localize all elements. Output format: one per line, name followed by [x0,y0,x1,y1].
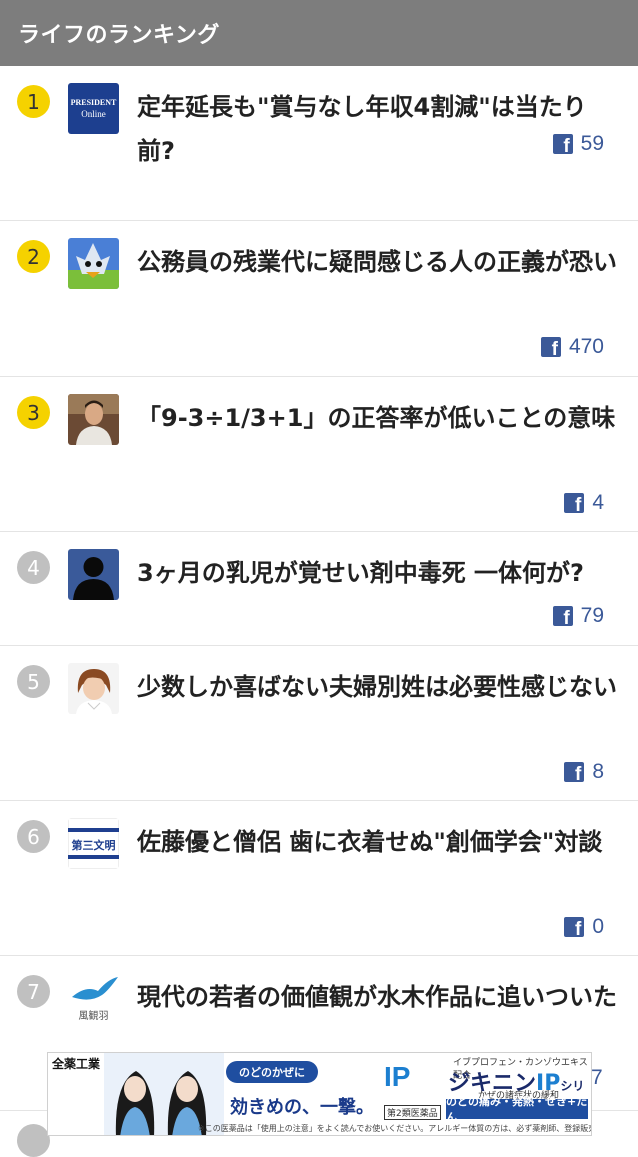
facebook-share-count[interactable]: f 59 [552,132,604,156]
share-count: 0 [592,915,604,938]
share-count: 470 [568,335,604,358]
facebook-icon: f [564,762,585,782]
thumbnail-author-photo [68,394,119,445]
ad-classification: 第2類医薬品 [384,1105,441,1120]
article-title[interactable]: 「9-3÷1/3+1」の正答率が低いことの意味 [137,396,620,440]
facebook-icon: f [552,134,573,154]
rank-badge: 5 [17,665,50,698]
facebook-share-count[interactable]: f 0 [564,915,604,939]
ad-symptom-band: のどの痛み・発熱・せき+たん [446,1095,588,1124]
thumbnail-president-online: PRESIDENT Online [68,83,119,134]
share-count: 7 [591,1066,603,1089]
rank-badge: 6 [17,820,50,853]
thumb-text: Online [81,109,106,119]
article-title[interactable]: 佐藤優と僧侶 歯に衣着せぬ"創価学会"対談 [137,820,620,864]
thumbnail-fukanwa: 風観羽 [68,973,119,1024]
ranking-item[interactable]: 2 公務員の残業代に疑問感じる人の正義が恐い f 470 [0,221,638,377]
thumb-text: 風観羽 [79,1009,109,1022]
share-count: 59 [580,132,604,155]
facebook-share-count[interactable]: f 4 [564,491,604,515]
page-title: ライフのランキング [18,23,220,48]
thumbnail-default-silhouette [68,549,119,600]
thumb-text: 第三文明 [72,838,116,852]
ranking-item[interactable]: 1 PRESIDENT Online 定年延長も"賞与なし年収4割減"は当たり前… [0,66,638,221]
ranking-item[interactable]: 3 「9-3÷1/3+1」の正答率が低いことの意味 f 4 [0,377,638,532]
rank-badge-partial [17,1124,50,1157]
article-title[interactable]: 定年延長も"賞与なし年収4割減"は当たり前? [137,85,620,173]
ad-bubble: のどのかぜに [226,1061,318,1083]
facebook-icon: f [540,337,561,357]
rank-badge: 4 [17,551,50,584]
advertisement-banner[interactable]: 全薬工業 のどのかぜに 効きめの、一撃。 IP イブプロフェン・カンゾウエキス配… [47,1052,592,1136]
thumbnail-daisan-bunmei: 第三文明 [68,818,119,869]
article-title[interactable]: 現代の若者の価値観が水木作品に追いついた [137,975,620,1019]
ad-disclaimer: ※この医薬品は「使用上の注意」をよく読んでお使いください。アレルギー体質の方は、… [198,1124,591,1133]
facebook-icon: f [564,917,585,937]
ranking-item[interactable]: 6 第三文明 佐藤優と僧侶 歯に衣着せぬ"創価学会"対談 f 0 [0,801,638,956]
thumbnail-author-photo-woman [68,663,119,714]
ranking-item[interactable]: 4 3ヶ月の乳児が覚せい剤中毒死 一体何が? f 79 [0,532,638,646]
article-title[interactable]: 少数しか喜ばない夫婦別姓は必要性感じない [137,665,620,709]
rank-badge: 1 [17,85,50,118]
ad-copy: 効きめの、一撃。 [230,1097,374,1118]
rank-badge: 3 [17,396,50,429]
thumb-text: PRESIDENT [71,98,117,107]
share-count: 8 [592,760,604,783]
article-title[interactable]: 3ヶ月の乳児が覚せい剤中毒死 一体何が? [137,551,620,595]
facebook-share-count[interactable]: f 79 [552,604,604,628]
article-title[interactable]: 公務員の残業代に疑問感じる人の正義が恐い [137,240,620,284]
facebook-share-count[interactable]: f 8 [564,760,604,784]
ranking-list: 1 PRESIDENT Online 定年延長も"賞与なし年収4割減"は当たり前… [0,66,638,1111]
app-header: ライフのランキング [0,0,638,66]
ranking-item[interactable]: 5 少数しか喜ばない夫婦別姓は必要性感じない f 8 [0,646,638,801]
facebook-icon: f [564,493,585,513]
ad-brand: 全薬工業 [52,1057,101,1071]
share-count: 4 [592,491,604,514]
share-count: 79 [580,604,604,627]
thumbnail-cartoon-avatar [68,238,119,289]
facebook-share-count[interactable]: f 470 [540,335,604,359]
facebook-icon: f [552,606,573,626]
ad-ip-mark: IP [384,1061,411,1092]
rank-badge: 2 [17,240,50,273]
rank-badge: 7 [17,975,50,1008]
